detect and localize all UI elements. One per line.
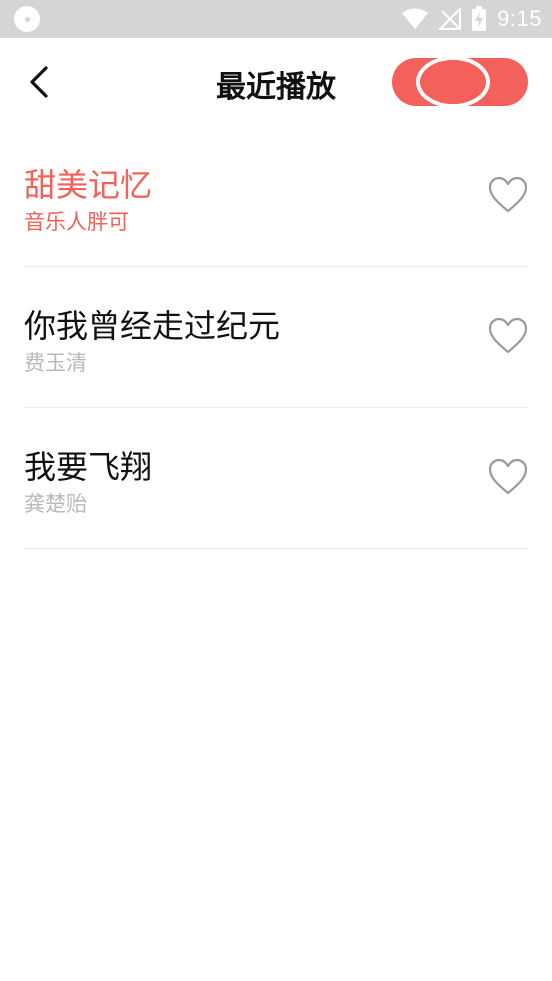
song-artist: 龚楚贻	[24, 492, 87, 516]
song-title: 我要飞翔	[24, 448, 153, 486]
header: 最近播放	[0, 38, 552, 128]
favorite-button[interactable]	[488, 317, 528, 355]
song-list: 甜美记忆 音乐人胖可 你我曾经走过纪元 费玉清 我要飞翔 龚楚贻	[0, 126, 552, 549]
song-item[interactable]: 甜美记忆 音乐人胖可	[24, 126, 528, 267]
song-artist: 音乐人胖可	[24, 210, 129, 234]
heart-icon	[488, 317, 528, 354]
battery-charging-icon	[472, 6, 487, 31]
song-title: 你我曾经走过纪元	[24, 307, 281, 345]
song-title: 甜美记忆	[24, 166, 153, 204]
song-item[interactable]: 我要飞翔 龚楚贻	[24, 408, 528, 549]
favorite-button[interactable]	[488, 458, 528, 496]
chevron-left-icon	[30, 66, 48, 98]
status-bar: 9:15	[0, 0, 552, 38]
wifi-icon	[402, 8, 429, 29]
song-item[interactable]: 你我曾经走过纪元 费玉清	[24, 267, 528, 408]
back-button[interactable]	[22, 62, 58, 102]
heart-icon	[488, 458, 528, 495]
status-icons: 9:15	[401, 0, 542, 38]
favorite-button[interactable]	[488, 176, 528, 214]
song-artist: 费玉清	[24, 351, 87, 375]
heart-icon	[488, 176, 528, 213]
app-notification-icon	[14, 6, 40, 32]
status-time: 9:15	[497, 6, 542, 31]
now-playing-button[interactable]	[392, 58, 528, 106]
no-signal-icon	[439, 8, 462, 30]
